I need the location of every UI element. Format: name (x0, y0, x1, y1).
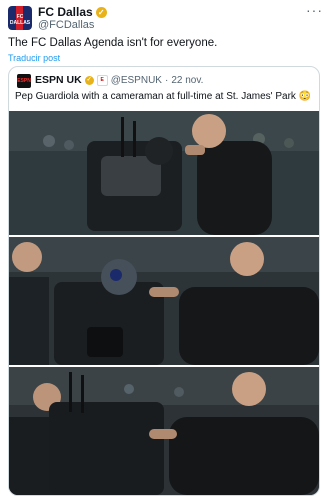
quoted-text: Pep Guardiola with a cameraman at full-t… (15, 91, 312, 102)
quoted-tweet[interactable]: ESPN ESPN UK ✓ E @ESPNUK · 22 nov. Pep G… (8, 66, 320, 496)
translate-link[interactable]: Traducir post (8, 53, 60, 63)
author-name[interactable]: FC Dallas (38, 5, 93, 19)
quoted-date: 22 nov. (171, 74, 204, 86)
avatar[interactable]: FC DALLAS (8, 6, 32, 30)
avatar-text: FC DALLAS (9, 14, 31, 26)
quoted-handle: @ESPNUK (110, 74, 162, 86)
photo-1[interactable] (9, 111, 319, 235)
tweet-text: The FC Dallas Agenda isn't for everyone. (8, 37, 218, 49)
photo-3[interactable] (9, 367, 319, 495)
more-icon[interactable]: ··· (306, 2, 323, 18)
verified-badge-icon: ✓ (84, 75, 94, 85)
verified-badge-icon: ✓ (95, 6, 107, 18)
author-name-row[interactable]: FC Dallas ✓ (38, 5, 107, 19)
photo-1-illustration (9, 111, 319, 235)
quoted-author-row: ESPN UK ✓ E @ESPNUK · 22 nov. (35, 74, 203, 86)
quoted-author-name: ESPN UK (35, 74, 82, 86)
author-handle[interactable]: @FCDallas (38, 19, 94, 31)
meta-separator: · (164, 74, 169, 86)
affiliate-badge-icon: E (96, 74, 108, 86)
espn-logo-icon: ESPN (17, 74, 31, 88)
photo-2[interactable] (9, 237, 319, 365)
photo-3-illustration (9, 367, 319, 495)
photo-2-illustration (9, 237, 319, 365)
